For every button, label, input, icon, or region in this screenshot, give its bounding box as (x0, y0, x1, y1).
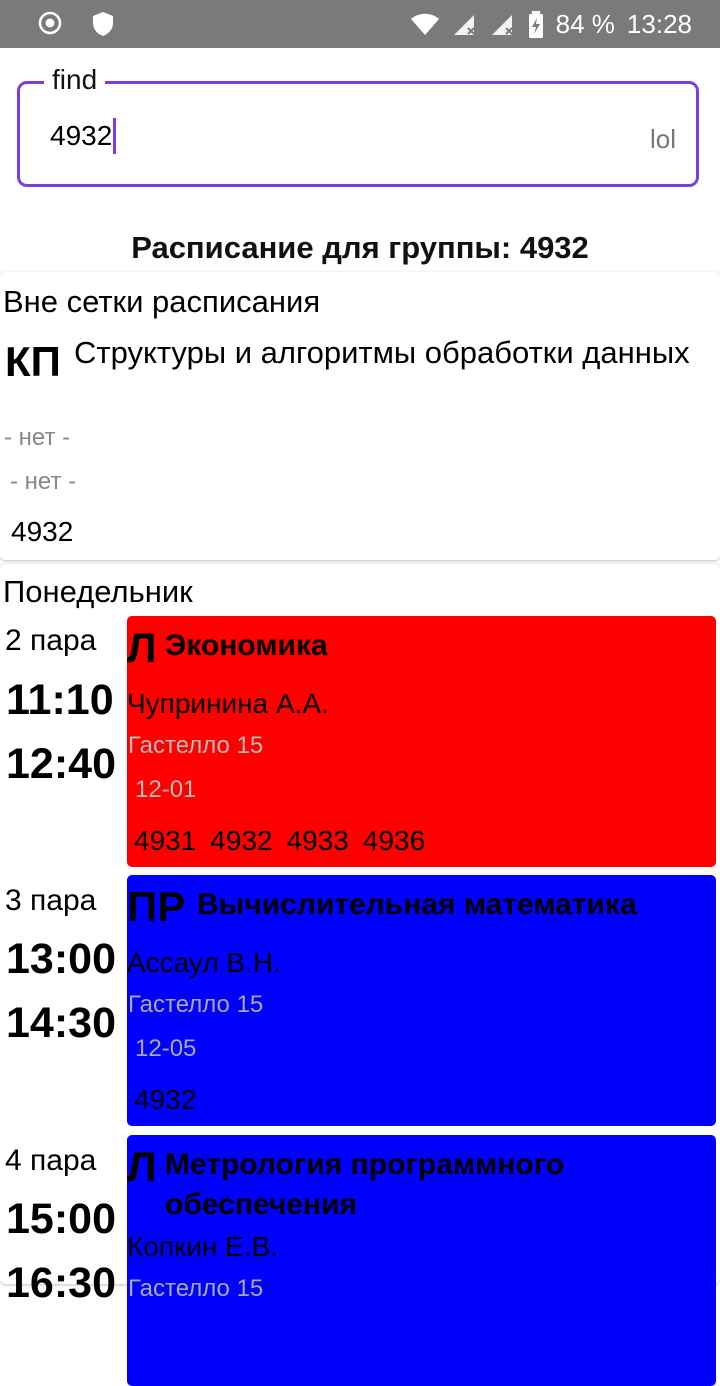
groups-list: 4932 (134, 1084, 196, 1116)
day-card: Понедельник 2 пара 11:10 12:40 Л Экономи… (0, 564, 720, 1386)
off-grid-title: Вне сетки расписания (3, 284, 321, 319)
start-time: 15:00 (6, 1195, 116, 1243)
pair-number: 3 пара (5, 884, 97, 917)
text-cursor (113, 118, 117, 154)
address: Гастелло 15 (128, 732, 264, 759)
teacher-name: Чупринина А.А. (127, 688, 329, 719)
lesson-card[interactable]: ПР Вычислительная математика Ассаул В.Н.… (127, 875, 716, 1126)
signal-icon (453, 14, 475, 35)
subject-name: Метрология программного обеспечения (165, 1148, 565, 1221)
wifi-icon (410, 13, 439, 35)
teacher-name: Копкин Е.В. (127, 1231, 279, 1262)
group-number: 4932 (210, 825, 273, 856)
start-time: 13:00 (6, 935, 116, 983)
status-bar: 84 % 13:28 (0, 0, 720, 48)
group-number: 4932 (11, 516, 74, 547)
place: - нет - (10, 468, 77, 495)
subject-name: Вычислительная математика (197, 888, 637, 921)
clock: 13:28 (626, 9, 692, 39)
lesson-type: КП (5, 338, 61, 385)
room: 12-05 (135, 1035, 197, 1062)
teacher-name: - нет - (4, 424, 71, 451)
day-title: Понедельник (3, 574, 193, 609)
lesson-type: Л (127, 1143, 157, 1190)
address: Гастелло 15 (128, 991, 264, 1018)
pair-number: 4 пара (5, 1144, 97, 1177)
address: Гастелло 15 (128, 1275, 264, 1302)
battery-percent: 84 % (555, 9, 615, 39)
lesson-card[interactable]: Л Метрология программного обеспечения Ко… (127, 1135, 716, 1386)
groups-list: 4931 4932 4933 4936 (134, 825, 425, 857)
signal-icon (491, 14, 513, 35)
group-number: 4932 (134, 1084, 197, 1115)
search-field[interactable]: find 4932 lol (17, 64, 699, 187)
page-title: Расписание для группы: 4932 (131, 230, 589, 265)
room: 12-01 (135, 776, 197, 803)
search-suffix: lol (649, 124, 676, 154)
search-input[interactable]: 4932 (50, 118, 117, 154)
lesson-type: ПР (127, 883, 186, 930)
end-time: 12:40 (6, 740, 116, 788)
battery-charging-icon (528, 10, 543, 38)
end-time: 16:30 (6, 1259, 116, 1307)
lesson-card[interactable]: Л Экономика Чупринина А.А. Гастелло 15 1… (127, 616, 716, 867)
lesson-type: Л (127, 624, 157, 671)
search-label: find (44, 64, 106, 96)
start-time: 11:10 (6, 676, 114, 724)
group-number: 4933 (286, 825, 349, 856)
teacher-name: Ассаул В.Н. (127, 947, 281, 978)
subject-name: Экономика (165, 629, 328, 662)
pair-number: 2 пара (5, 624, 97, 657)
group-number: 4936 (362, 825, 426, 856)
off-grid-card: Вне сетки расписания КП Структуры и алго… (0, 272, 720, 560)
search-input-value: 4932 (50, 120, 113, 151)
end-time: 14:30 (6, 999, 116, 1047)
group-number: 4931 (134, 825, 197, 856)
shield-icon (93, 12, 113, 36)
subject-name: Структуры и алгоритмы обработки данных (74, 335, 690, 370)
record-icon (38, 11, 62, 35)
